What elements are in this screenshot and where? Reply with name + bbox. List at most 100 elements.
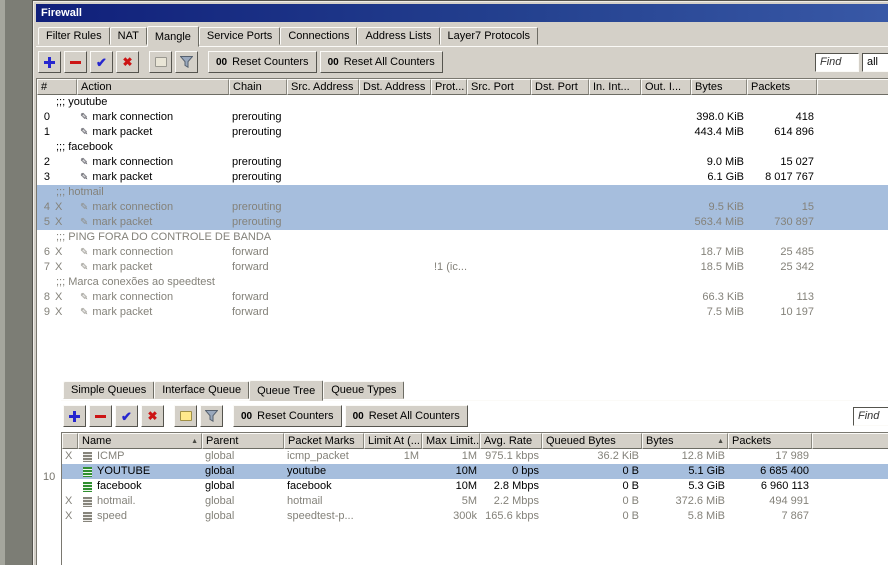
rule-row[interactable]: 9X✎mark packetforward7.5 MiB10 197	[37, 305, 888, 320]
comment-text: ;;; Marca conexões ao speedtest	[56, 275, 215, 290]
cell	[287, 290, 359, 305]
rule-row[interactable]: 6X✎mark connectionforward18.7 MiB25 485	[37, 245, 888, 260]
column-header[interactable]: Dst. Port	[531, 79, 589, 95]
remove-button[interactable]	[64, 51, 87, 73]
filter-button[interactable]	[175, 51, 198, 73]
cell	[589, 305, 641, 320]
add-button[interactable]	[38, 51, 61, 73]
comment-row[interactable]: ;;; hotmail	[37, 185, 888, 200]
enable-button[interactable]: ✔	[115, 405, 138, 427]
remove-button[interactable]	[89, 405, 112, 427]
tab-connections[interactable]: Connections	[280, 27, 357, 45]
column-header[interactable]: Dst. Address	[359, 79, 431, 95]
cell	[287, 215, 359, 230]
column-header[interactable]: Avg. Rate	[480, 433, 542, 449]
column-header-label: Out. I...	[645, 81, 681, 93]
column-header[interactable]: Bytes	[691, 79, 747, 95]
rule-row[interactable]: 7X✎mark packetforward!1 (ic...18.5 MiB25…	[37, 260, 888, 275]
disable-button[interactable]: ✖	[141, 405, 164, 427]
comment-button[interactable]	[174, 405, 197, 427]
reset-all-counters-button[interactable]: 00 Reset All Counters	[345, 405, 468, 427]
rule-row[interactable]: 4X✎mark connectionprerouting9.5 KiB15	[37, 200, 888, 215]
column-header[interactable]: #	[37, 79, 77, 95]
tab-service-ports[interactable]: Service Ports	[199, 27, 280, 45]
column-header[interactable]: Out. I...	[641, 79, 691, 95]
queue-row[interactable]: facebookglobalfacebook10M2.8 Mbps0 B5.3 …	[62, 479, 888, 494]
cell	[287, 200, 359, 215]
rule-row[interactable]: 1✎mark packetprerouting443.4 MiB614 896	[37, 125, 888, 140]
column-header[interactable]: Prot...	[431, 79, 467, 95]
reset-counters-button[interactable]: 00 Reset Counters	[208, 51, 317, 73]
column-header[interactable]: Packets	[747, 79, 817, 95]
rule-number: 2	[40, 155, 50, 170]
tab-mangle[interactable]: Mangle	[147, 26, 199, 47]
queue-row[interactable]: Xhotmail.globalhotmail5M2.2 Mbps0 B372.6…	[62, 494, 888, 509]
comment-row[interactable]: ;;; Marca conexões ao speedtest	[37, 275, 888, 290]
comment-row[interactable]: ;;; PING FORA DO CONTROLE DE BANDA	[37, 230, 888, 245]
queue-row[interactable]: XICMPglobalicmp_packet1M1M975.1 kbps36.2…	[62, 449, 888, 464]
find-input[interactable]: Find	[853, 407, 888, 426]
reset-all-counters-label: Reset All Counters	[344, 56, 435, 68]
cell	[62, 479, 78, 494]
action-label: mark packet	[92, 216, 152, 228]
add-button[interactable]	[63, 405, 86, 427]
find-input[interactable]: Find	[815, 53, 859, 72]
tab-nat[interactable]: NAT	[110, 27, 147, 45]
column-header[interactable]: Parent	[202, 433, 284, 449]
cell	[359, 260, 431, 275]
toolbar-right-group: Find	[853, 407, 888, 426]
column-header-label: Parent	[206, 435, 238, 447]
queue-row[interactable]: Xspeedglobalspeedtest-p...300k165.6 kbps…	[62, 509, 888, 524]
firewall-titlebar[interactable]: Firewall	[36, 4, 888, 22]
queue-row[interactable]: YOUTUBEglobalyoutube10M0 bps0 B5.1 GiB6 …	[62, 464, 888, 479]
queue-icon	[83, 467, 92, 477]
filter-scope-dropdown[interactable]: all ▼	[862, 53, 888, 72]
tab-simple-queues[interactable]: Simple Queues	[63, 381, 154, 399]
filter-button[interactable]	[200, 405, 223, 427]
column-header[interactable]: Max Limit..	[422, 433, 480, 449]
toolbar-right-group: Find all ▼	[815, 53, 888, 72]
reset-counters-label: Reset Counters	[232, 56, 308, 68]
column-header[interactable]: Src. Port	[467, 79, 531, 95]
column-header[interactable]	[62, 433, 78, 449]
disable-button[interactable]: ✖	[116, 51, 139, 73]
column-header[interactable]: Name▲	[78, 433, 202, 449]
column-header[interactable]: Limit At (...	[364, 433, 422, 449]
comment-row[interactable]: ;;; facebook	[37, 140, 888, 155]
reset-counters-button[interactable]: 00 Reset Counters	[233, 405, 342, 427]
rule-row[interactable]: 5X✎mark packetprerouting563.4 MiB730 897	[37, 215, 888, 230]
column-header[interactable]: Packets	[728, 433, 812, 449]
column-header[interactable]: Src. Address	[287, 79, 359, 95]
cell: 7 867	[728, 509, 812, 524]
cell: 18.5 MiB	[691, 260, 747, 275]
tab-address-lists[interactable]: Address Lists	[357, 27, 439, 45]
enable-button[interactable]: ✔	[90, 51, 113, 73]
column-header[interactable]: Bytes▲	[642, 433, 728, 449]
cell	[364, 494, 422, 509]
cell: 5.3 GiB	[642, 479, 728, 494]
mark-icon: ✎	[80, 262, 88, 273]
column-header-label: In. Int...	[593, 81, 630, 93]
rule-row[interactable]: 8X✎mark connectionforward66.3 KiB113	[37, 290, 888, 305]
column-header[interactable]: Chain	[229, 79, 287, 95]
rule-row[interactable]: 3✎mark packetprerouting6.1 GiB8 017 767	[37, 170, 888, 185]
column-header[interactable]: Packet Marks	[284, 433, 364, 449]
cell-filler	[812, 479, 888, 494]
rule-row[interactable]: 0✎mark connectionprerouting398.0 KiB418	[37, 110, 888, 125]
tab-queue-tree[interactable]: Queue Tree	[249, 380, 323, 401]
tab-layer7-protocols[interactable]: Layer7 Protocols	[440, 27, 539, 45]
cell	[467, 110, 531, 125]
rule-row[interactable]: 2✎mark connectionprerouting9.0 MiB15 027	[37, 155, 888, 170]
cell: 12.8 MiB	[642, 449, 728, 464]
tab-interface-queue[interactable]: Interface Queue	[154, 381, 249, 399]
comment-row[interactable]: ;;; youtube	[37, 95, 888, 110]
column-header-label: Avg. Rate	[484, 435, 532, 447]
reset-all-counters-button[interactable]: 00 Reset All Counters	[320, 51, 443, 73]
column-header[interactable]: Action	[77, 79, 229, 95]
cell	[364, 464, 422, 479]
tab-queue-types[interactable]: Queue Types	[323, 381, 404, 399]
column-header[interactable]: Queued Bytes	[542, 433, 642, 449]
column-header[interactable]: In. Int...	[589, 79, 641, 95]
tab-filter-rules[interactable]: Filter Rules	[38, 27, 110, 45]
comment-button[interactable]	[149, 51, 172, 73]
